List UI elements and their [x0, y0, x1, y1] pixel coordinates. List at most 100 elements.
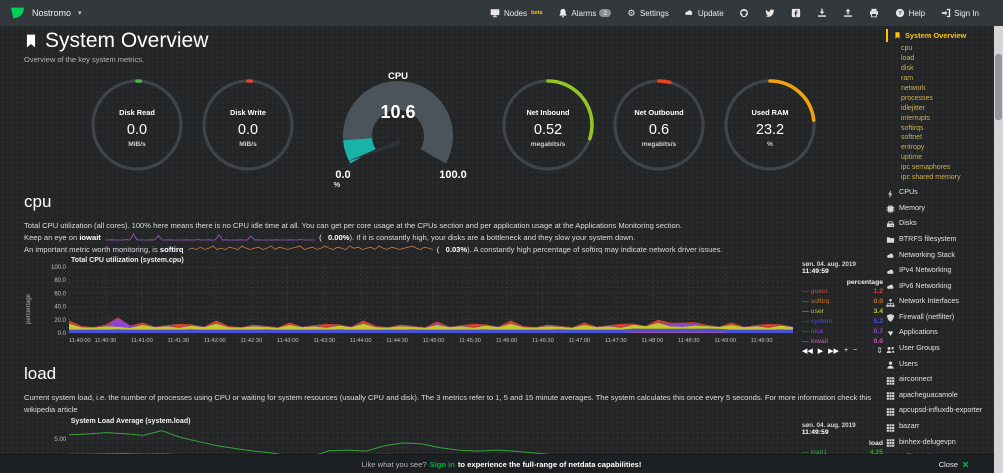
sidebar-item-applications[interactable]: ♥Applications	[886, 328, 992, 339]
sidebar-item-networking-stack[interactable]: Networking Stack	[886, 251, 992, 262]
svg-text:11:48:30: 11:48:30	[678, 338, 700, 344]
sidebar-sub-ipc-shared-memory[interactable]: ipc shared memory	[901, 173, 992, 183]
folder-icon	[886, 235, 895, 246]
close-button[interactable]: Close	[939, 460, 969, 469]
facebook-icon	[791, 8, 802, 19]
cpu-section-text: Total CPU utilization (all cores). 100% …	[24, 220, 883, 255]
sidebar-sub-network[interactable]: network	[901, 84, 992, 94]
sidebar-item-users[interactable]: Users	[886, 360, 992, 371]
chart-fast-forward-button[interactable]: ▶▶	[828, 347, 839, 355]
nav-nodes[interactable]: Nodesbeta	[490, 8, 542, 19]
machine-name-dropdown[interactable]: Nostromo	[32, 8, 71, 18]
chart-play-button[interactable]: ▶	[818, 347, 823, 355]
legend-row-user[interactable]: —user3.4	[802, 307, 883, 317]
nav-print-icon[interactable]	[869, 8, 880, 19]
disk-read-gauge[interactable]: Disk Read0.0MiB/s	[89, 77, 185, 173]
sidebar-sub-idlejitter[interactable]: idlejitter	[901, 104, 992, 114]
sidebar-item-disks[interactable]: Disks	[886, 219, 992, 230]
svg-text:?: ?	[898, 11, 902, 17]
cloud-icon	[886, 282, 895, 293]
svg-text:Net Inbound: Net Inbound	[526, 108, 570, 117]
sidebar-item-system-overview[interactable]: System Overview	[886, 29, 992, 42]
legend-row-nice[interactable]: —nice0.7	[802, 327, 883, 337]
scrollbar-thumb[interactable]	[995, 54, 1002, 120]
sidebar-sub-uptime[interactable]: uptime	[901, 153, 992, 163]
svg-text:0.0: 0.0	[58, 331, 67, 337]
cloud-icon	[886, 251, 895, 262]
svg-text:60.0: 60.0	[54, 292, 66, 298]
softirq-sparkline[interactable]	[188, 245, 433, 254]
sidebar-item-apacheguacamole[interactable]: apacheguacamole	[886, 391, 992, 402]
chevron-down-icon[interactable]: ▾	[78, 9, 82, 17]
nav-update[interactable]: Update	[684, 8, 724, 19]
iowait-sparkline[interactable]	[105, 233, 315, 242]
sidebar-item-bazarr[interactable]: bazarr	[886, 422, 992, 433]
svg-text:100.0: 100.0	[51, 265, 67, 271]
svg-text:0.0: 0.0	[238, 122, 258, 138]
legend-row-softirq[interactable]: —softirq0.0	[802, 297, 883, 307]
sidebar-sub-disk[interactable]: disk	[901, 64, 992, 74]
sidebar-sub-interrupts[interactable]: interrupts	[901, 114, 992, 124]
nav-twitter-icon[interactable]	[765, 8, 776, 19]
nav-alarms[interactable]: Alarms2	[557, 8, 611, 19]
legend-row-system[interactable]: —system5.2	[802, 317, 883, 327]
sidebar-item-binhex-delugevpn[interactable]: binhex-delugevpn	[886, 438, 992, 449]
sidebar-item-apcupsd-influxdb-exporter[interactable]: apcupsd-influxdb-exporter	[886, 406, 992, 417]
sidebar-item-ipv4-networking[interactable]: IPv4 Networking	[886, 266, 992, 277]
nav-upload-icon[interactable]	[843, 8, 854, 19]
sitemap-icon	[886, 297, 895, 308]
sidebar-sub-ipc-semaphores[interactable]: ipc semaphores	[901, 163, 992, 173]
nav-settings[interactable]: ⚙Settings	[626, 8, 669, 19]
svg-text:11:46:30: 11:46:30	[532, 338, 554, 344]
sidebar-sub-cpu[interactable]: cpu	[901, 44, 992, 54]
netdata-logo[interactable]	[10, 6, 25, 20]
help-icon: ?	[895, 8, 906, 19]
nav-facebook-icon[interactable]	[791, 8, 802, 19]
nav-github-icon[interactable]	[739, 8, 750, 19]
sidebar-sub-ram[interactable]: ram	[901, 74, 992, 84]
sidebar-sub-softirqs[interactable]: softirqs	[901, 124, 992, 134]
svg-text:0.6: 0.6	[649, 122, 669, 138]
chart-zoom-out-button[interactable]: −	[853, 347, 857, 355]
bell-icon	[557, 8, 568, 19]
nav-help[interactable]: ?Help	[895, 8, 925, 19]
nav-download-icon[interactable]	[817, 8, 828, 19]
used-ram-gauge[interactable]: Used RAM23.2%	[722, 77, 818, 173]
nav-sign-in[interactable]: Sign In	[940, 8, 979, 19]
sidebar-sub-softnet[interactable]: softnet	[901, 133, 992, 143]
net-outbound-gauge[interactable]: Net Outbound0.6megabits/s	[611, 77, 707, 173]
sidebar-item-cpus[interactable]: CPUs	[886, 188, 992, 199]
sidebar-item-memory[interactable]: Memory	[886, 204, 992, 215]
chart-zoom-in-button[interactable]: +	[844, 347, 848, 355]
svg-text:11:49:30: 11:49:30	[751, 338, 773, 344]
chart-resize-icon[interactable]: ⇕	[876, 346, 883, 355]
svg-text:%: %	[334, 180, 341, 188]
cpu-section-heading: cpu	[24, 192, 883, 212]
disk-write-gauge[interactable]: Disk Write0.0MiB/s	[200, 77, 296, 173]
sidebar-item-user-groups[interactable]: User Groups	[886, 344, 992, 355]
svg-text:11:40:30: 11:40:30	[95, 338, 117, 344]
legend-row-guest[interactable]: —guest1.2	[802, 287, 883, 297]
svg-text:20.0: 20.0	[54, 318, 66, 324]
sidebar-item-network-interfaces[interactable]: Network Interfaces	[886, 297, 992, 308]
gear-icon: ⚙	[626, 8, 637, 19]
svg-text:megabits/s: megabits/s	[642, 141, 677, 148]
sidebar-sub-load[interactable]: load	[901, 54, 992, 64]
cpu-chart[interactable]: percentage Total CPU utilization (system…	[24, 261, 883, 356]
footer-signin-link[interactable]: Sign in	[430, 460, 455, 469]
sidebar-sub-entropy[interactable]: entropy	[901, 143, 992, 153]
legend-row-iowait[interactable]: —iowait0.0	[802, 337, 883, 347]
sidebar-item-firewall-netfilter-[interactable]: Firewall (netfilter)	[886, 313, 992, 324]
net-inbound-gauge[interactable]: Net Inbound0.52megabits/s	[500, 77, 596, 173]
svg-text:%: %	[767, 141, 773, 148]
sidebar-item-btrfs-filesystem[interactable]: BTRFS filesystem	[886, 235, 992, 246]
chart-rewind-button[interactable]: ◀◀	[802, 347, 813, 355]
svg-text:11:42:30: 11:42:30	[240, 338, 262, 344]
grid-icon	[886, 375, 895, 386]
sidebar-sub-processes[interactable]: processes	[901, 94, 992, 104]
page-scrollbar[interactable]: ▾	[994, 26, 1003, 473]
footer-message: Like what you see?	[362, 460, 427, 469]
sidebar-item-airconnect[interactable]: airconnect	[886, 375, 992, 386]
sidebar-item-ipv6-networking[interactable]: IPv6 Networking	[886, 282, 992, 293]
cpu-gauge[interactable]: CPU10.60.0100.0%	[311, 68, 485, 188]
